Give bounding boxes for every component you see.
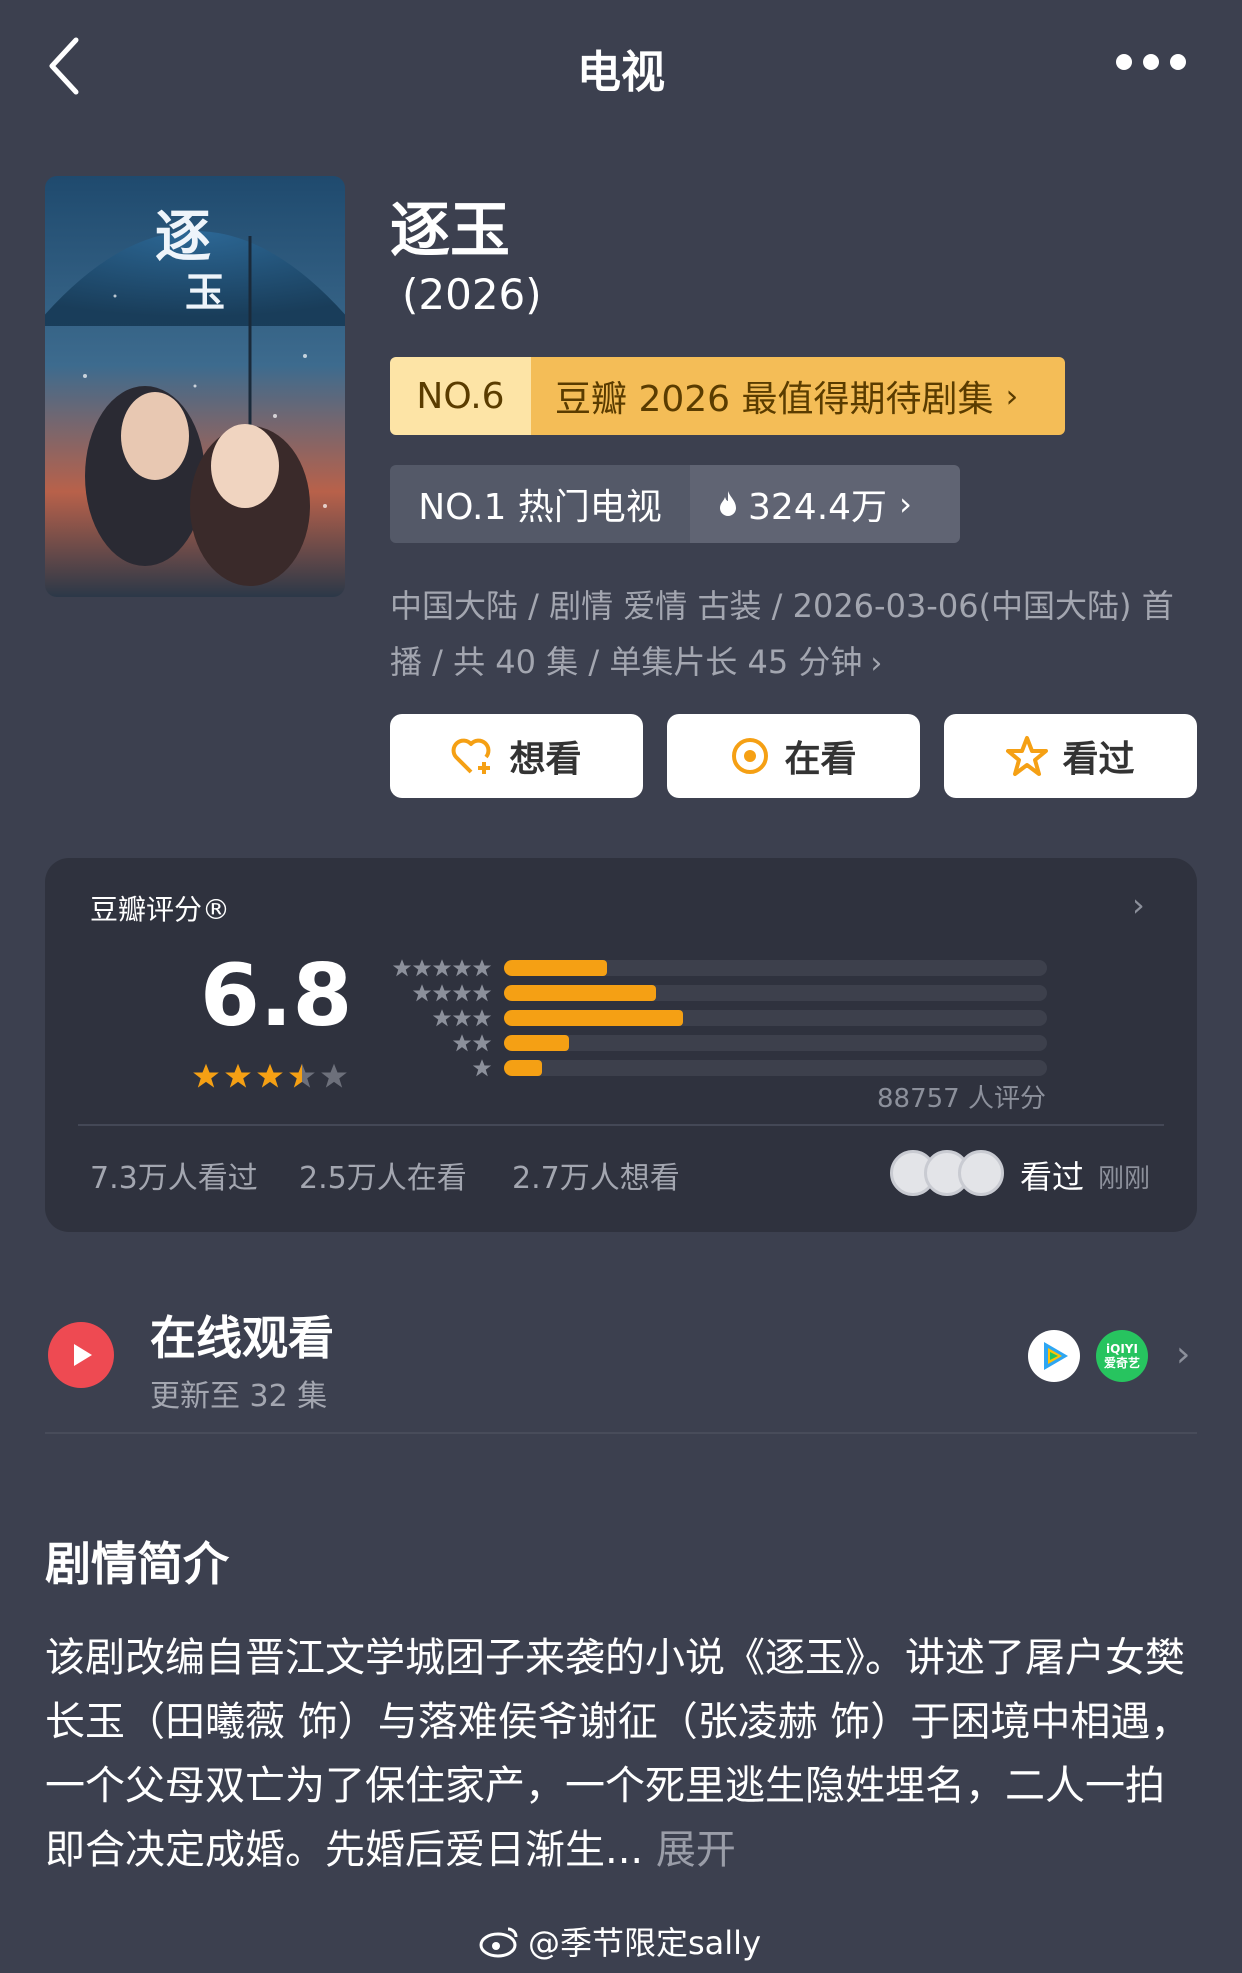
chevron-right-icon[interactable]: › [1132,886,1145,924]
rating-distribution [504,960,1047,1085]
ranking-badge-hot[interactable]: NO.1 热门电视 324.4万 › [390,465,960,543]
star-icon [288,1062,316,1094]
svg-text:逐: 逐 [155,204,211,270]
avatar [958,1150,1004,1196]
score-stars [192,1062,352,1094]
want-count[interactable]: 2.7万人想看 [512,1153,680,1197]
want-to-watch-button[interactable]: 想看 [390,714,643,798]
rank-label: 豆瓣 2026 最值得期待剧集 › [531,357,1065,435]
watched-label: 看过 [1062,739,1135,780]
synopsis-text: 该剧改编自晋江文学城团子来袭的小说《逐玉》。讲述了屠户女樊长玉（田曦薇 饰）与落… [45,1626,1197,1882]
rating-bar-fill [504,1035,570,1051]
synopsis-body: 该剧改编自晋江文学城团子来袭的小说《逐玉》。讲述了屠户女樊长玉（田曦薇 饰）与落… [45,1635,1191,1873]
rating-bar-fill [504,960,608,976]
svg-text:玉: 玉 [185,269,225,316]
star-icon [192,1062,220,1094]
iqiyi-icon[interactable]: iQIYI 爱奇艺 [1096,1330,1148,1382]
watching-count[interactable]: 2.5万人在看 [299,1153,467,1197]
divider [78,1124,1164,1126]
rank-text: 豆瓣 2026 最值得期待剧集 [555,379,994,420]
rating-count: 88757 人评分 [877,1084,1046,1114]
tencent-video-icon[interactable] [1028,1330,1080,1382]
chevron-right-icon: › [899,485,912,523]
want-label: 想看 [509,739,582,780]
rating-bar-fill [504,985,657,1001]
watched-count[interactable]: 7.3万人看过 [90,1153,258,1197]
chevron-right-icon: › [1005,377,1019,415]
star-level-2 [382,1033,492,1058]
ranking-badge-anticipated[interactable]: NO.6 豆瓣 2026 最值得期待剧集 › [390,357,1065,435]
show-meta[interactable]: 中国大陆 / 剧情 爱情 古装 / 2026-03-06(中国大陆) 首播 / … [390,578,1196,692]
rating-bar-4-star [504,985,1047,1001]
poster-image[interactable]: 逐 玉 [45,176,345,597]
hot-value: 324.4万 › [690,465,960,543]
star-icon [320,1062,348,1094]
watched-button[interactable]: 看过 [944,714,1197,798]
recent-time: 刚刚 [1098,1164,1151,1194]
watching-button[interactable]: 在看 [667,714,920,798]
divider [45,1432,1197,1434]
heart-plus-icon [452,738,491,774]
star-level-1 [382,1058,492,1083]
rating-score: 6.8 [200,946,353,1046]
friend-avatars[interactable] [890,1150,1010,1196]
watermark: @季节限定sally [478,1918,761,1964]
weibo-icon [479,1927,518,1958]
play-icon[interactable] [48,1322,114,1388]
rating-bar-fill [504,1060,542,1076]
rating-bar-1-star [504,1060,1047,1076]
show-title: 逐玉 [390,196,510,266]
rank-number: NO.6 [390,357,531,435]
rating-label: 豆瓣评分® [90,893,231,926]
chevron-right-icon: › [870,646,883,681]
watermark-text: @季节限定sally [528,1924,762,1962]
star-level-labels [382,958,492,1083]
star-level-4 [382,983,492,1008]
more-options-icon[interactable] [1116,54,1186,74]
target-icon [732,738,769,774]
page-title: 电视 [577,47,665,98]
star-level-3 [382,1008,492,1033]
hot-rank-label: NO.1 热门电视 [390,465,690,543]
online-watch-title[interactable]: 在线观看 [150,1302,334,1368]
rating-bar-fill [504,1010,684,1026]
synopsis-title: 剧情简介 [45,1537,229,1591]
meta-text: 中国大陆 / 剧情 爱情 古装 / 2026-03-06(中国大陆) 首播 / … [390,587,1174,681]
expand-link[interactable]: 展开 [656,1827,736,1873]
hot-count: 324.4万 [748,487,888,528]
watching-label: 在看 [784,739,857,780]
recent-action: 看过 [1020,1158,1085,1196]
star-icon [224,1062,252,1094]
show-year: (2026) [402,270,542,319]
star-icon [256,1062,284,1094]
chevron-right-icon[interactable]: › [1176,1334,1190,1375]
star-level-5 [382,958,492,983]
rating-bar-2-star [504,1035,1047,1051]
episode-update: 更新至 32 集 [150,1379,328,1414]
flame-icon [720,491,736,516]
rating-bar-3-star [504,1010,1047,1026]
rating-bar-5-star [504,960,1047,976]
star-outline-icon [1006,736,1049,776]
